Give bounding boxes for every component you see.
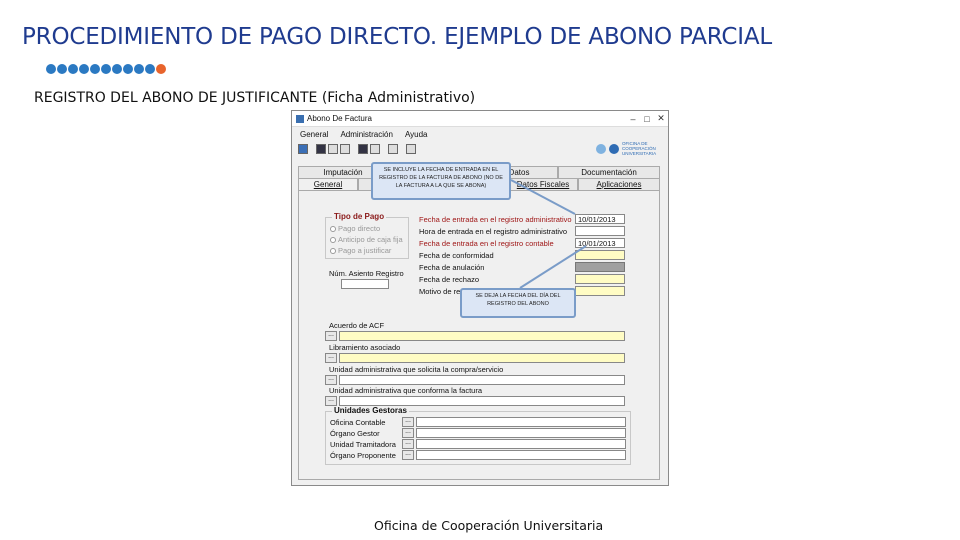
help-icon[interactable] — [406, 144, 416, 154]
maximize-icon[interactable]: □ — [640, 114, 654, 124]
tab-datos-fiscales[interactable]: Datos Fiscales — [508, 178, 578, 190]
window-titlebar: Abono De Factura – □ ✕ — [292, 111, 668, 127]
unidades-gestoras-title: Unidades Gestoras — [332, 406, 409, 415]
unidad-gestora-label: Unidad Tramitadora — [330, 440, 396, 449]
decorative-dot — [112, 64, 122, 74]
decorative-dot — [57, 64, 67, 74]
unidad-conforma-field[interactable] — [339, 396, 625, 406]
callout-fecha-entrada: SE INCLUYE LA FECHA DE ENTRADA EN EL REG… — [371, 162, 511, 200]
slide-title: PROCEDIMIENTO DE PAGO DIRECTO. EJEMPLO D… — [22, 24, 773, 50]
app-icon — [296, 114, 304, 123]
fecha-field[interactable]: 10/01/2013 — [575, 214, 625, 224]
menu-general[interactable]: General — [300, 130, 328, 139]
minimize-icon[interactable]: – — [626, 114, 640, 124]
fecha-label: Fecha de conformidad — [419, 251, 494, 260]
fecha-field[interactable] — [575, 250, 625, 260]
decorative-dot — [123, 64, 133, 74]
libramiento-button[interactable]: ... — [325, 353, 337, 363]
unidad-gestora-button[interactable]: ... — [402, 439, 414, 449]
callout-fecha-dia: SE DEJA LA FECHA DEL DÍA DEL REGISTRO DE… — [460, 288, 576, 318]
unidad-gestora-button[interactable]: ... — [402, 428, 414, 438]
decorative-dot — [90, 64, 100, 74]
tipo-pago-group: Tipo de Pago Pago directo Anticipo de ca… — [325, 212, 409, 259]
unidad-conforma-label: Unidad administrativa que conforma la fa… — [329, 386, 482, 395]
tipo-pago-title: Tipo de Pago — [332, 212, 387, 221]
unidad-gestora-field[interactable] — [416, 417, 626, 427]
attach-icon[interactable] — [388, 144, 398, 154]
fecha-label: Fecha de entrada en el registro administ… — [419, 215, 572, 224]
chart-icon[interactable] — [298, 144, 308, 154]
fecha-field[interactable] — [575, 226, 625, 236]
logo-mark-2 — [609, 143, 619, 154]
decorative-dots — [46, 64, 166, 74]
unidad-solicita-field[interactable] — [339, 375, 625, 385]
unidad-gestora-label: Órgano Proponente — [330, 451, 396, 460]
decorative-dot — [68, 64, 78, 74]
preview-icon[interactable] — [370, 144, 380, 154]
unidad-gestora-field[interactable] — [416, 439, 626, 449]
unidad-gestora-field[interactable] — [416, 428, 626, 438]
unidad-solicita-button[interactable]: ... — [325, 375, 337, 385]
print-icon[interactable] — [358, 144, 368, 154]
fecha-field[interactable] — [575, 274, 625, 284]
acuerdo-label: Acuerdo de ACF — [329, 321, 385, 330]
unidad-solicita-label: Unidad administrativa que solicita la co… — [329, 365, 504, 374]
fecha-label: Fecha de rechazo — [419, 275, 480, 284]
radio-justificar-label: Pago a justificar — [338, 246, 392, 255]
fecha-field[interactable] — [575, 262, 625, 272]
libramiento-field[interactable] — [339, 353, 625, 363]
decorative-dot — [79, 64, 89, 74]
unidad-conforma-button[interactable]: ... — [325, 396, 337, 406]
logo-mark-1 — [596, 143, 606, 154]
fecha-label: Fecha de entrada en el registro contable — [419, 239, 554, 248]
decorative-dot — [145, 64, 155, 74]
acuerdo-field[interactable] — [339, 331, 625, 341]
close-icon[interactable]: ✕ — [654, 113, 668, 124]
unidad-gestora-label: Órgano Gestor — [330, 429, 380, 438]
decorative-dot — [46, 64, 56, 74]
slide-footer: Oficina de Cooperación Universitaria — [374, 518, 604, 533]
tab-aplicaciones[interactable]: Aplicaciones — [578, 178, 660, 190]
fecha-label: Hora de entrada en el registro administr… — [419, 227, 567, 236]
menu-ayuda[interactable]: Ayuda — [405, 130, 428, 139]
logo-text: OFICINA DE COOPERACIÓN UNIVERSITARIA — [622, 141, 657, 156]
radio-justificar[interactable]: Pago a justificar — [330, 246, 391, 255]
menubar: General Administración Ayuda — [292, 127, 668, 141]
tab-documentacion[interactable]: Documentación — [558, 166, 660, 178]
fecha-label: Fecha de anulación — [419, 263, 485, 272]
general-panel: Tipo de Pago Pago directo Anticipo de ca… — [298, 190, 660, 480]
unidad-gestora-button[interactable]: ... — [402, 450, 414, 460]
ocu-logo: OFICINA DE COOPERACIÓN UNIVERSITARIA — [596, 141, 660, 156]
radio-pago-directo-label: Pago directo — [338, 224, 381, 233]
unidad-gestora-label: Oficina Contable — [330, 418, 386, 427]
new-icon[interactable] — [328, 144, 338, 154]
num-asiento-label: Núm. Asiento Registro — [329, 269, 404, 278]
menu-administracion[interactable]: Administración — [340, 130, 392, 139]
radio-anticipo-label: Anticipo de caja fija — [338, 235, 403, 244]
edit-icon[interactable] — [340, 144, 350, 154]
decorative-dot — [134, 64, 144, 74]
libramiento-label: Libramiento asociado — [329, 343, 401, 352]
unidad-gestora-button[interactable]: ... — [402, 417, 414, 427]
num-asiento-field[interactable] — [341, 279, 389, 289]
fecha-field[interactable]: 10/01/2013 — [575, 238, 625, 248]
radio-anticipo[interactable]: Anticipo de caja fija — [330, 235, 403, 244]
tab-general[interactable]: General — [298, 178, 358, 190]
radio-pago-directo[interactable]: Pago directo — [330, 224, 380, 233]
fecha-field[interactable] — [575, 286, 625, 296]
window-title: Abono De Factura — [307, 114, 372, 123]
unidades-gestoras-group: Unidades Gestoras Oficina Contable... Órg… — [325, 406, 631, 465]
decorative-dot — [101, 64, 111, 74]
decorative-dot — [156, 64, 166, 74]
unidad-gestora-field[interactable] — [416, 450, 626, 460]
slide-subtitle: REGISTRO DEL ABONO DE JUSTIFICANTE (Fich… — [34, 90, 476, 106]
acuerdo-button[interactable]: ... — [325, 331, 337, 341]
save-icon[interactable] — [316, 144, 326, 154]
